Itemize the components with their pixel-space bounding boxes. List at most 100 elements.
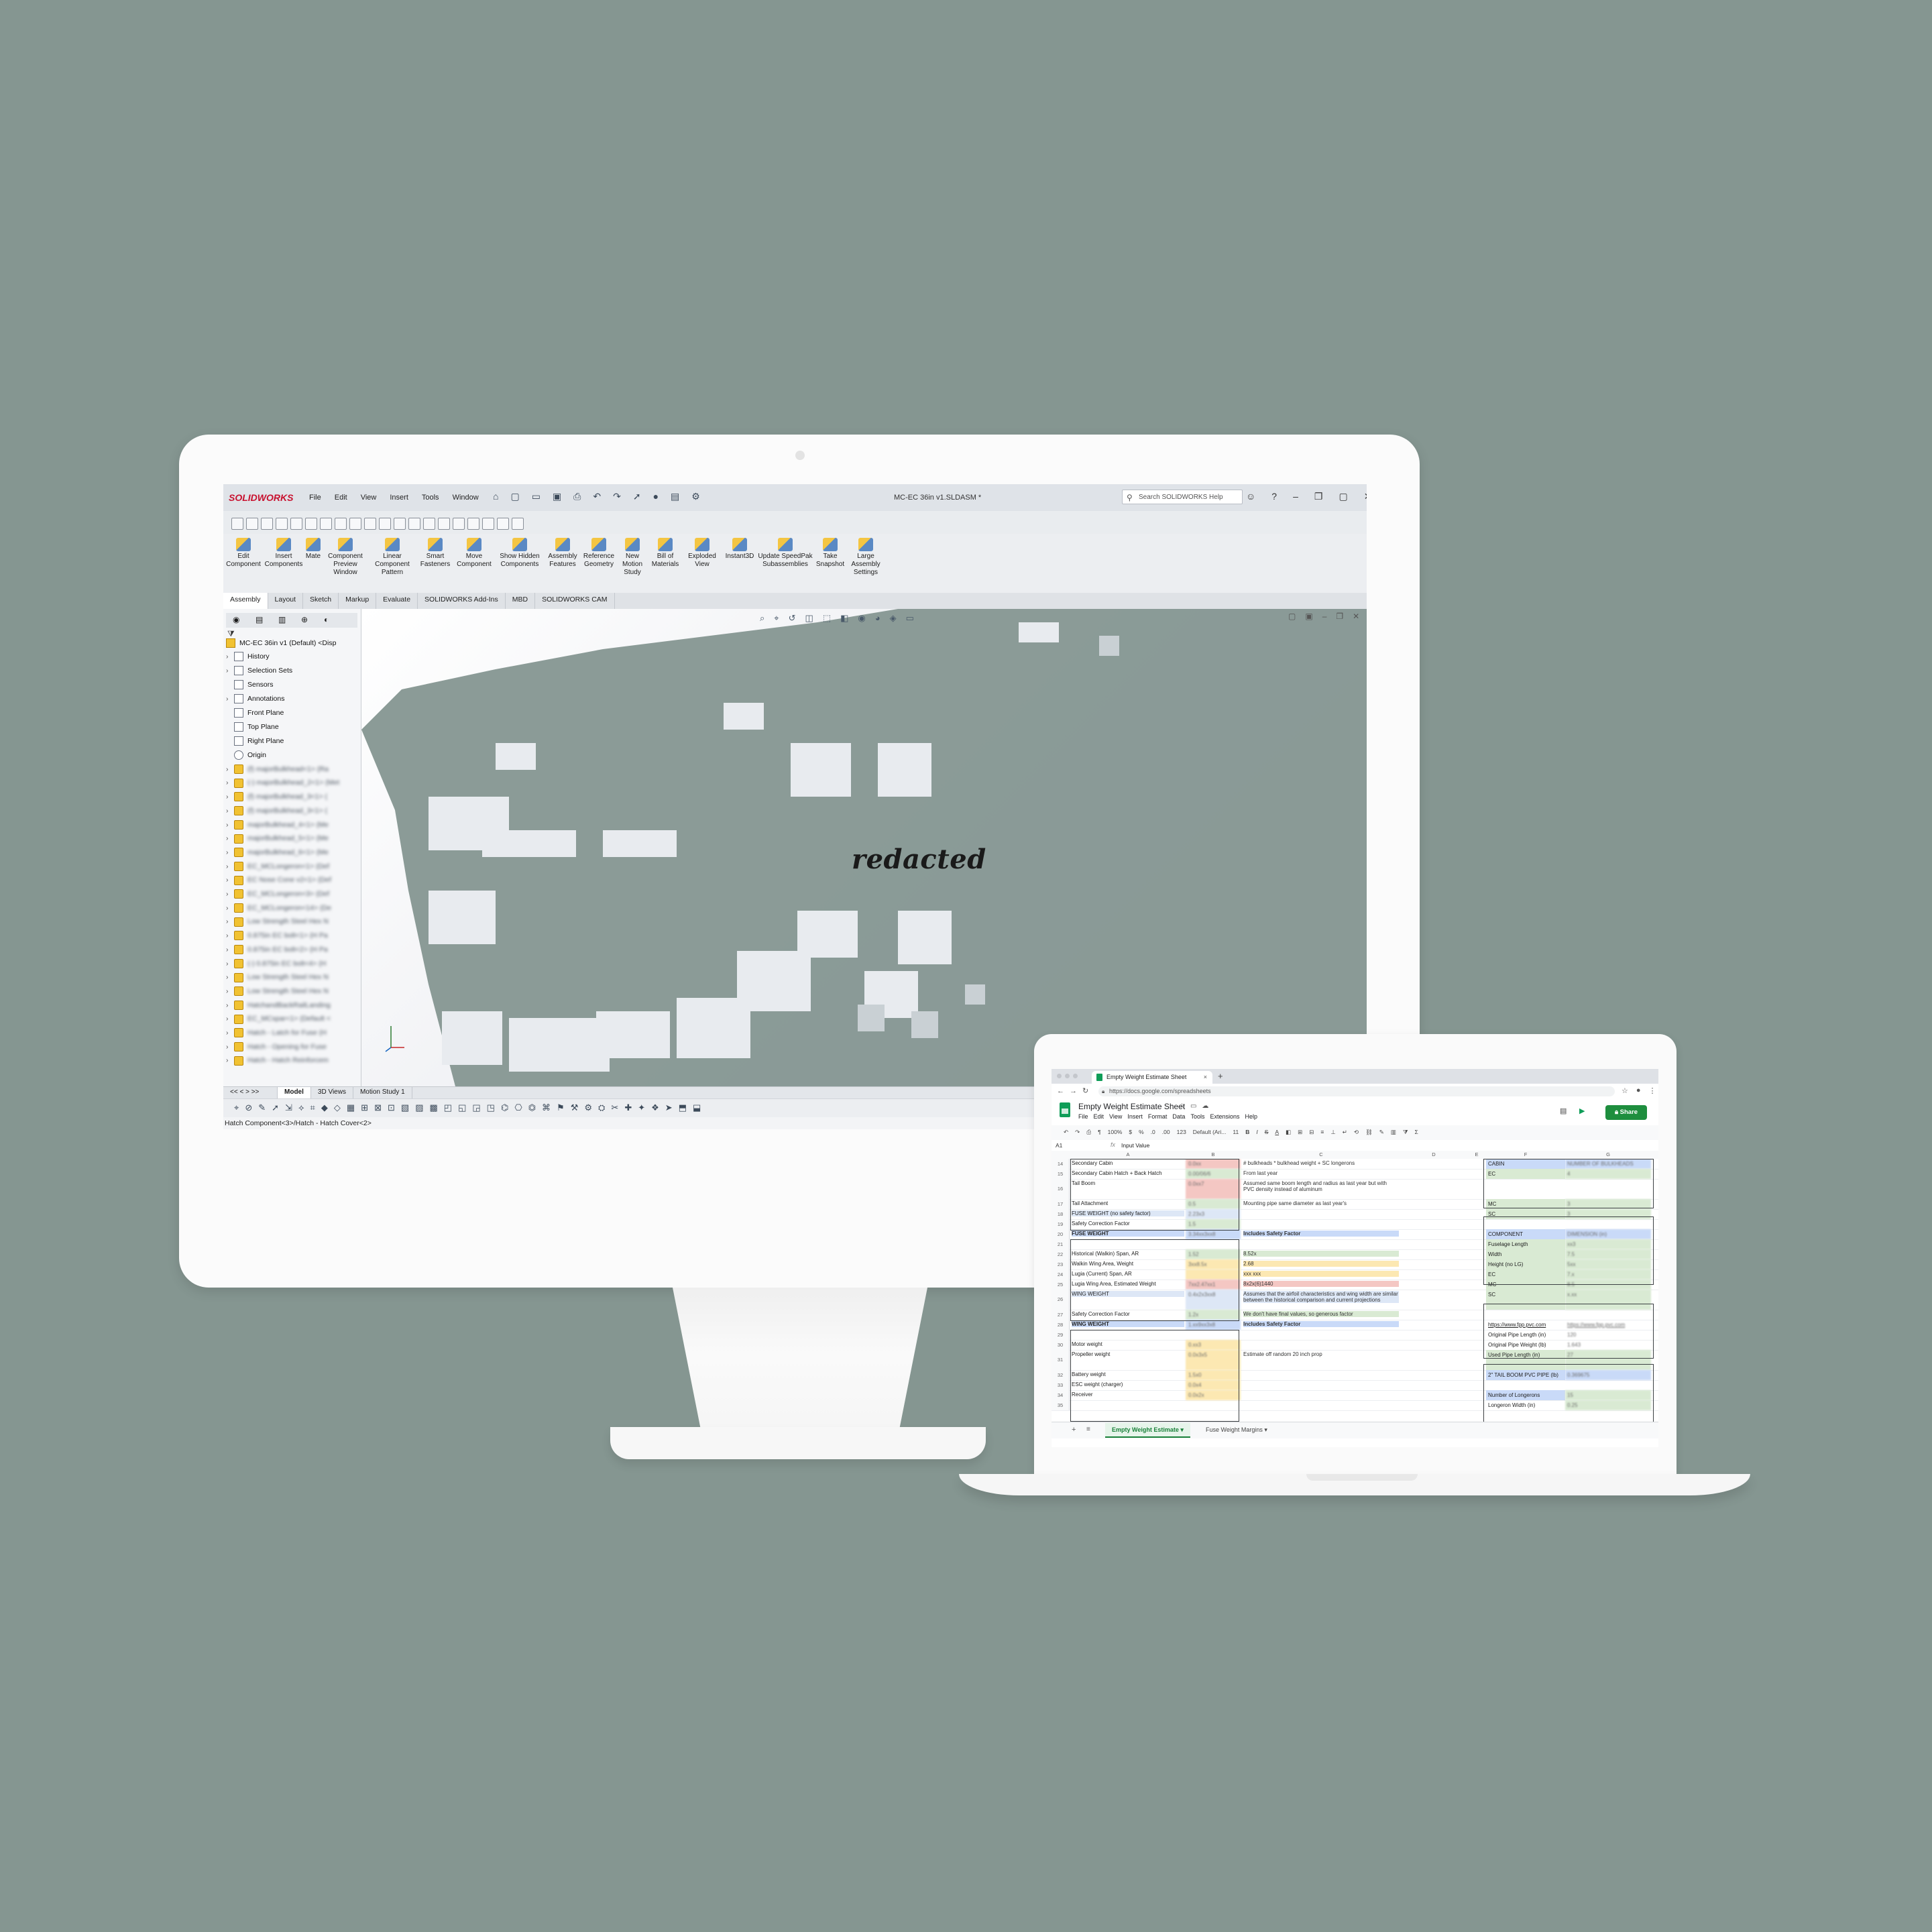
row-number[interactable]: 16 xyxy=(1052,1179,1070,1199)
scene-icon[interactable]: ◈ xyxy=(890,613,897,624)
tree-item-component[interactable]: › Hatch - Hatch Reinforcem xyxy=(226,1056,329,1066)
cell-c[interactable]: From last year xyxy=(1243,1170,1399,1176)
chevron-right-icon[interactable]: › xyxy=(226,807,234,815)
row-number[interactable]: 15 xyxy=(1052,1169,1070,1179)
move-component-button[interactable]: Move Component xyxy=(454,538,494,569)
chevron-right-icon[interactable]: › xyxy=(226,946,234,954)
cell-b[interactable]: 1.xx9xx3x8 xyxy=(1186,1320,1241,1330)
column-header-g[interactable]: G xyxy=(1565,1151,1651,1157)
cell-c[interactable]: Mounting pipe same diameter as last year… xyxy=(1243,1200,1399,1206)
toolbar-tool-icon[interactable] xyxy=(349,518,361,530)
currency-format-button[interactable]: $ xyxy=(1129,1129,1132,1136)
open-folder-icon[interactable]: ▭ xyxy=(532,491,541,502)
formula-input[interactable]: Input Value xyxy=(1121,1142,1149,1149)
options-gear-icon[interactable]: ⚙ xyxy=(691,491,700,502)
tool-icon[interactable]: ⏣ xyxy=(528,1102,536,1113)
sheet-tab-empty-weight[interactable]: Empty Weight Estimate ▾ xyxy=(1105,1423,1190,1438)
increase-decimal-button[interactable]: .00 xyxy=(1162,1129,1170,1136)
tree-item-component[interactable]: › EC_MCLongeron<1> (Def xyxy=(226,861,329,871)
cloud-status-icon[interactable]: ☁ xyxy=(1202,1102,1208,1110)
tree-item-component[interactable]: › Hatch - Latch for Fuse (H xyxy=(226,1028,327,1038)
tree-item-component[interactable]: › majorBulkhead_6<1> (Me xyxy=(226,848,329,858)
update-speedpak-button[interactable]: Update SpeedPak Subassemblies xyxy=(757,538,813,569)
align-icon[interactable]: ≡ xyxy=(1320,1129,1324,1136)
tree-item-component[interactable]: › 0.875in EC bolt<2> (H Pa xyxy=(226,945,328,955)
display-style-icon[interactable]: ◧ xyxy=(840,613,848,624)
tree-item-component[interactable]: › (f) majorBulkhead_3<1> ( xyxy=(226,792,327,802)
property-manager-icon[interactable]: ▤ xyxy=(255,615,263,624)
tool-icon[interactable]: ◱ xyxy=(458,1102,466,1113)
toolbar-tool-icon[interactable] xyxy=(231,518,243,530)
menu-edit[interactable]: Edit xyxy=(1094,1113,1104,1120)
tool-icon[interactable]: ➚ xyxy=(272,1102,279,1113)
tree-item-right-plane[interactable]: Right Plane xyxy=(226,736,284,746)
row-number[interactable]: 25 xyxy=(1052,1280,1070,1290)
move-folder-icon[interactable]: ▭ xyxy=(1190,1102,1196,1110)
decrease-decimal-button[interactable]: .0 xyxy=(1151,1129,1155,1136)
tool-icon[interactable]: ⊠ xyxy=(374,1102,382,1113)
insert-components-button[interactable]: Insert Components xyxy=(264,538,304,569)
cell-a[interactable]: WING WEIGHT xyxy=(1072,1321,1184,1327)
tool-icon[interactable]: ⬓ xyxy=(693,1102,701,1113)
new-document-icon[interactable]: ▢ xyxy=(510,491,519,502)
minimize-icon[interactable]: – xyxy=(1293,491,1298,502)
row-number[interactable]: 18 xyxy=(1052,1209,1070,1219)
document-title[interactable]: Empty Weight Estimate Sheet xyxy=(1078,1102,1185,1111)
tool-icon[interactable]: ⚑ xyxy=(557,1102,565,1113)
mate-button[interactable]: Mate xyxy=(301,538,325,561)
tree-item-history[interactable]: › History xyxy=(226,652,270,661)
cell-c[interactable]: 8x2x(6)1440 xyxy=(1243,1281,1399,1287)
column-header-f[interactable]: F xyxy=(1486,1151,1565,1157)
menu-insert[interactable]: Insert xyxy=(1127,1113,1143,1120)
tree-item-sensors[interactable]: Sensors xyxy=(226,680,274,689)
section-view-icon[interactable]: ◫ xyxy=(805,613,813,624)
strikethrough-button[interactable]: S xyxy=(1265,1129,1269,1136)
menu-help[interactable]: Help xyxy=(1245,1113,1257,1120)
exploded-view-button[interactable]: Exploded View xyxy=(685,538,720,569)
tab-sketch[interactable]: Sketch xyxy=(303,593,339,609)
row-number[interactable]: 24 xyxy=(1052,1269,1070,1280)
percent-format-button[interactable]: % xyxy=(1139,1129,1144,1136)
menu-data[interactable]: Data xyxy=(1172,1113,1185,1120)
menu-insert[interactable]: Insert xyxy=(390,494,408,502)
cell-c[interactable]: Includes Safety Factor xyxy=(1243,1231,1399,1237)
tool-icon[interactable]: ⌬ xyxy=(501,1102,508,1113)
menu-view[interactable]: View xyxy=(361,494,377,502)
row-number[interactable]: 26 xyxy=(1052,1290,1070,1310)
chevron-right-icon[interactable]: › xyxy=(226,765,234,773)
font-size-select[interactable]: 11 xyxy=(1233,1129,1239,1136)
tree-root-assembly[interactable]: MC-EC 36in v1 (Default) <Disp xyxy=(226,638,336,648)
cell-c[interactable]: # bulkheads * bulkhead weight + SC longe… xyxy=(1243,1160,1399,1166)
menu-tools[interactable]: Tools xyxy=(1190,1113,1204,1120)
tool-icon[interactable]: ◰ xyxy=(444,1102,452,1113)
zoom-to-fit-icon[interactable]: ⌕ xyxy=(760,613,764,624)
large-assembly-settings-button[interactable]: Large Assembly Settings xyxy=(847,538,885,577)
cell-c[interactable]: Includes Safety Factor xyxy=(1243,1321,1399,1327)
tool-icon[interactable]: ⚙ xyxy=(584,1102,592,1113)
row-number[interactable]: 30 xyxy=(1052,1340,1070,1350)
row-number[interactable]: 28 xyxy=(1052,1320,1070,1330)
tool-icon[interactable]: ▦ xyxy=(347,1102,355,1113)
toolbar-tool-icon[interactable] xyxy=(320,518,332,530)
chevron-right-icon[interactable]: › xyxy=(226,917,234,925)
help-icon[interactable]: ? xyxy=(1271,491,1277,502)
column-header-b[interactable]: B xyxy=(1186,1151,1241,1157)
bookmark-star-icon[interactable]: ☆ xyxy=(1622,1086,1628,1095)
insert-comment-icon[interactable]: ✎ xyxy=(1379,1129,1384,1136)
viewport-minimize-icon[interactable]: – xyxy=(1322,612,1327,621)
fill-color-icon[interactable]: ◧ xyxy=(1286,1129,1291,1136)
toolbar-tool-icon[interactable] xyxy=(335,518,347,530)
close-icon[interactable]: ✕ xyxy=(1364,491,1367,502)
menu-extensions[interactable]: Extensions xyxy=(1210,1113,1239,1120)
profile-avatar[interactable]: ● xyxy=(1636,1086,1641,1095)
config-manager-icon[interactable]: ▥ xyxy=(278,615,286,624)
chevron-right-icon[interactable]: › xyxy=(226,779,234,787)
vertical-align-icon[interactable]: ⊥ xyxy=(1330,1129,1335,1136)
toolbar-tool-icon[interactable] xyxy=(453,518,465,530)
tree-item-component[interactable]: › Low Strength Steel Hex N xyxy=(226,986,329,997)
row-number[interactable]: 31 xyxy=(1052,1350,1070,1370)
tab-layout[interactable]: Layout xyxy=(268,593,304,609)
toolbar-tool-icon[interactable] xyxy=(305,518,317,530)
linear-component-pattern-button[interactable]: Linear Component Pattern xyxy=(367,538,418,577)
tool-icon[interactable]: ⊡ xyxy=(388,1102,395,1113)
